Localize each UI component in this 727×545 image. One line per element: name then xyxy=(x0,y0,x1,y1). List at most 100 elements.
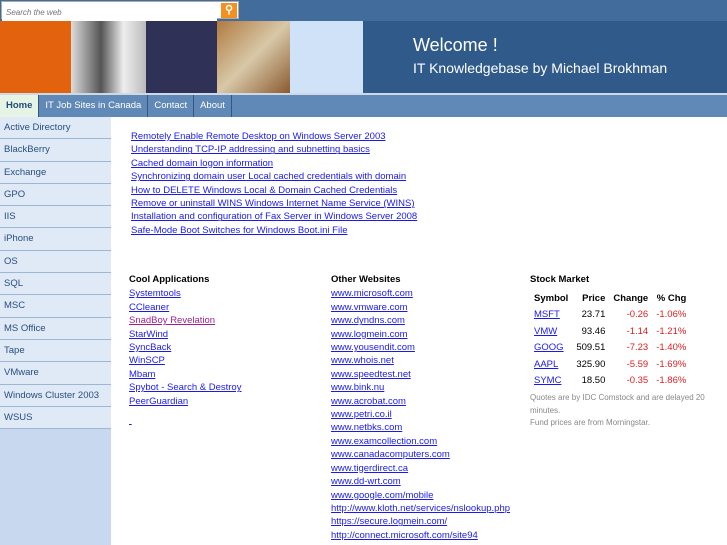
search-icon[interactable]: ⚲ xyxy=(221,3,237,18)
change: -7.23 xyxy=(626,342,649,354)
link[interactable]: www.speedtest.net xyxy=(331,369,411,380)
sidebar-item[interactable]: BlackBerry xyxy=(0,139,111,162)
pct-change: -1.21% xyxy=(656,325,687,337)
link[interactable]: www.tigerdirect.ca xyxy=(331,463,408,474)
link[interactable]: www.whois.net xyxy=(331,355,394,366)
col-header: % Chg xyxy=(656,292,687,304)
link[interactable]: www.logmein.com xyxy=(331,329,408,340)
link[interactable]: www.acrobat.com xyxy=(331,396,406,407)
link[interactable]: SyncBack xyxy=(129,342,171,353)
banner-tile xyxy=(290,21,363,93)
banner-tile xyxy=(146,21,217,93)
link[interactable]: www.dyndns.com xyxy=(331,315,405,326)
price: 325.90 xyxy=(576,358,606,370)
sidebar-item[interactable]: OS xyxy=(0,250,111,274)
sidebar-item[interactable]: WSUS xyxy=(0,406,111,430)
computer-lab-image xyxy=(217,21,290,93)
stock-symbol-link[interactable]: VMW xyxy=(534,326,557,337)
col-header: Symbol xyxy=(534,292,569,304)
col-header: Change xyxy=(613,292,649,304)
stock-symbol-link[interactable]: SYMC xyxy=(534,375,561,386)
nav-it-job-sites[interactable]: IT Job Sites in Canada xyxy=(39,95,149,117)
sidebar-item[interactable]: Active Directory xyxy=(0,117,111,140)
link[interactable]: Systemtools xyxy=(129,288,181,299)
link[interactable]: www.petri.co.il xyxy=(331,409,392,420)
nav-about[interactable]: About xyxy=(194,95,232,117)
welcome-heading: Welcome ! xyxy=(413,35,498,55)
link[interactable]: www.bink.nu xyxy=(331,382,384,393)
stock-row: VMW 93.46 -1.14 -1.21% xyxy=(530,323,690,340)
link[interactable]: www.netbks.com xyxy=(331,422,402,433)
sidebar-item[interactable]: Windows Cluster 2003 xyxy=(0,384,111,407)
link[interactable]: www.vmware.com xyxy=(331,302,408,313)
sidebar-item[interactable]: Exchange xyxy=(0,161,111,184)
stock-symbol-link[interactable]: MSFT xyxy=(534,309,560,320)
link[interactable]: www.yousendit.com xyxy=(331,342,415,353)
pct-change: -1.86% xyxy=(656,375,687,387)
link[interactable]: Synchronizing domain user Local cached c… xyxy=(131,171,406,182)
pct-change: -1.69% xyxy=(656,358,687,370)
link[interactable]: Remove or uninstall WINS Windows Interne… xyxy=(131,198,415,209)
price: 93.46 xyxy=(581,325,606,337)
link[interactable]: WinSCP xyxy=(129,355,165,366)
link[interactable]: Mbam xyxy=(129,369,155,380)
link[interactable]: Spybot - Search & Destroy xyxy=(129,382,241,393)
link[interactable]: Understanding TCP-IP addressing and subn… xyxy=(131,144,370,155)
nav-home[interactable]: Home xyxy=(0,95,40,117)
change: -0.35 xyxy=(626,375,649,387)
link[interactable]: Installation and configuration of Fax Se… xyxy=(131,211,417,222)
link[interactable]: StarWind xyxy=(129,329,168,340)
stock-row: SYMC 18.50 -0.35 -1.86% xyxy=(530,373,690,390)
article-list: Remotely Enable Remote Desktop on Window… xyxy=(131,130,417,237)
sidebar-item[interactable]: iPhone xyxy=(0,228,111,251)
top-bar: ⚲ xyxy=(0,0,727,21)
main-nav: Home IT Job Sites in Canada Contact Abou… xyxy=(0,93,727,117)
link[interactable]: http://www.kloth.net/services/nslookup.p… xyxy=(331,503,510,514)
stock-row: AAPL 325.90 -5.59 -1.69% xyxy=(530,356,690,373)
link[interactable]: www.dd-wrt.com xyxy=(331,476,401,487)
link[interactable]: How to DELETE Windows Local & Domain Cac… xyxy=(131,185,397,196)
stock-symbol-link[interactable]: GOOG xyxy=(534,342,564,353)
link[interactable]: SnadBoy Revelation xyxy=(129,315,215,326)
link[interactable]: Remotely Enable Remote Desktop on Window… xyxy=(131,131,386,142)
quote-note: Quotes are by IDC Comstock and are delay… xyxy=(530,393,705,415)
price: 23.71 xyxy=(581,309,606,321)
banner xyxy=(0,21,727,93)
sidebar-item[interactable]: GPO xyxy=(0,183,111,207)
link[interactable]: www.microsoft.com xyxy=(331,288,413,299)
sidebar-item[interactable]: VMware xyxy=(0,362,111,385)
link[interactable]: http://connect.microsoft.com/site94 xyxy=(331,530,478,541)
sidebar: Active Directory BlackBerry Exchange GPO IIS… xyxy=(0,117,111,545)
fund-note: Fund prices are from Morningstar. xyxy=(530,418,651,428)
search-box: ⚲ xyxy=(1,1,239,21)
link[interactable]: Cached domain logon information xyxy=(131,158,273,169)
col-header: Price xyxy=(582,292,606,304)
link[interactable]: Safe-Mode Boot Switches for Windows Boot… xyxy=(131,225,347,236)
link[interactable]: CCleaner xyxy=(129,302,169,313)
banner-tile xyxy=(0,21,71,93)
stock-symbol-link[interactable]: AAPL xyxy=(534,359,558,370)
sidebar-item[interactable]: Tape xyxy=(0,339,111,363)
nav-contact[interactable]: Contact xyxy=(148,95,195,117)
pct-change: -1.06% xyxy=(656,309,687,321)
change: -0.26 xyxy=(626,309,649,321)
price: 509.51 xyxy=(576,342,606,354)
sidebar-item[interactable]: IIS xyxy=(0,206,111,229)
empty-link[interactable] xyxy=(129,415,132,426)
link[interactable]: www.canadacomputers.com xyxy=(331,449,450,460)
sidebar-item[interactable]: MS Office xyxy=(0,317,111,340)
link[interactable]: www.google.com/mobile xyxy=(331,490,433,501)
link[interactable]: www.examcollection.com xyxy=(331,436,437,447)
stock-table: Symbol Price Change % Chg MSFT 23.71 -0.26 -1.… xyxy=(530,290,690,389)
change: -1.14 xyxy=(626,325,649,337)
other-websites: Other Websites www.microsoft.com www.vmwa… xyxy=(331,273,510,542)
search-input[interactable] xyxy=(2,4,217,21)
price: 18.50 xyxy=(581,375,606,387)
pct-change: -1.40% xyxy=(656,342,687,354)
link[interactable]: https://secure.logmein.com/ xyxy=(331,516,447,527)
link[interactable]: PeerGuardian xyxy=(129,396,188,407)
sidebar-item[interactable]: SQL xyxy=(0,273,111,296)
sidebar-item[interactable]: MSC xyxy=(0,295,111,318)
site-subtitle: IT Knowledgebase by Michael Brokhman xyxy=(413,60,668,76)
server-room-image xyxy=(71,21,146,93)
